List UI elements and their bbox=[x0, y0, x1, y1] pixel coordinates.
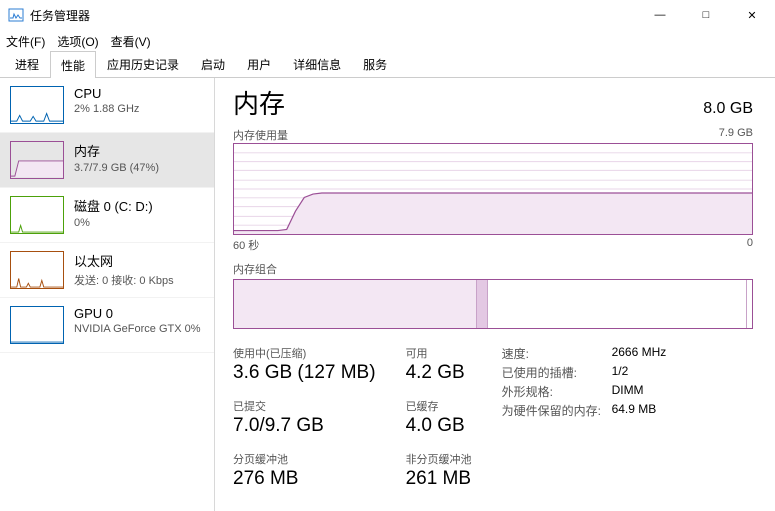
minimize-button[interactable]: — bbox=[637, 0, 683, 30]
comp-modified bbox=[477, 280, 488, 328]
total-memory: 8.0 GB bbox=[703, 100, 753, 118]
tab-performance[interactable]: 性能 bbox=[50, 51, 96, 78]
main-panel: 内存 8.0 GB 内存使用量 7.9 GB 60 秒 bbox=[215, 78, 775, 511]
cpu-thumb bbox=[10, 86, 64, 124]
stat-committed: 已提交 7.0/9.7 GB bbox=[233, 398, 376, 437]
stat-in-use: 使用中(已压缩) 3.6 GB (127 MB) bbox=[233, 345, 376, 384]
app-icon bbox=[8, 7, 24, 23]
menu-bar: 文件(F) 选项(O) 查看(V) bbox=[0, 30, 775, 52]
stat-available: 可用 4.2 GB bbox=[406, 345, 472, 384]
tab-startup[interactable]: 启动 bbox=[190, 50, 236, 77]
xaxis-right: 0 bbox=[747, 237, 753, 253]
tab-app-history[interactable]: 应用历史记录 bbox=[96, 50, 190, 77]
sidebar-item-sub: 发送: 0 接收: 0 Kbps bbox=[74, 272, 174, 288]
memory-thumb bbox=[10, 141, 64, 179]
sidebar-item-cpu[interactable]: CPU 2% 1.88 GHz bbox=[0, 78, 214, 133]
page-title: 内存 bbox=[233, 84, 285, 121]
tab-services[interactable]: 服务 bbox=[352, 50, 398, 77]
sidebar-item-gpu[interactable]: GPU 0 NVIDIA GeForce GTX 0% bbox=[0, 298, 214, 353]
gpu-thumb bbox=[10, 306, 64, 344]
composition-label: 内存组合 bbox=[233, 261, 753, 277]
usage-chart-label: 内存使用量 bbox=[233, 127, 288, 143]
sidebar-item-ethernet[interactable]: 以太网发送: 0 接收: 0 Kbps bbox=[0, 243, 214, 298]
sidebar-item-sub: 2% 1.88 GHz bbox=[74, 103, 139, 115]
sidebar: CPU 2% 1.88 GHz 内存 3.7/7.9 GB (47%) 磁盘 0 (… bbox=[0, 78, 215, 511]
sidebar-item-memory[interactable]: 内存 3.7/7.9 GB (47%) bbox=[0, 133, 214, 188]
menu-view[interactable]: 查看(V) bbox=[111, 33, 151, 50]
disk-thumb bbox=[10, 196, 64, 234]
sidebar-item-label: 内存 bbox=[74, 141, 159, 160]
tab-processes[interactable]: 进程 bbox=[4, 50, 50, 77]
window-controls: — □ ✕ bbox=[637, 0, 775, 30]
window-title: 任务管理器 bbox=[30, 7, 90, 24]
sidebar-item-disk[interactable]: 磁盘 0 (C: D:) 0% bbox=[0, 188, 214, 243]
memory-composition-chart bbox=[233, 279, 753, 329]
stat-nonpaged-pool: 非分页缓冲池 261 MB bbox=[406, 451, 472, 490]
menu-options[interactable]: 选项(O) bbox=[57, 33, 98, 50]
comp-standby bbox=[488, 280, 747, 328]
sidebar-item-label: 以太网 bbox=[74, 251, 174, 270]
title-bar: 任务管理器 — □ ✕ bbox=[0, 0, 775, 30]
sidebar-item-label: CPU bbox=[74, 86, 139, 101]
maximize-button[interactable]: □ bbox=[683, 0, 729, 30]
xaxis-left: 60 秒 bbox=[233, 237, 259, 253]
tab-bar: 进程 性能 应用历史记录 启动 用户 详细信息 服务 bbox=[0, 52, 775, 78]
tab-details[interactable]: 详细信息 bbox=[282, 50, 352, 77]
memory-info: 速度:2666 MHz 已使用的插槽:1/2 外形规格:DIMM 为硬件保留的内… bbox=[502, 345, 667, 490]
comp-free bbox=[747, 280, 752, 328]
tab-users[interactable]: 用户 bbox=[236, 50, 282, 77]
stat-cached: 已缓存 4.0 GB bbox=[406, 398, 472, 437]
sidebar-item-label: GPU 0 bbox=[74, 306, 201, 321]
sidebar-item-label: 磁盘 0 (C: D:) bbox=[74, 196, 153, 215]
sidebar-item-sub: NVIDIA GeForce GTX 0% bbox=[74, 323, 201, 335]
sidebar-item-sub: 3.7/7.9 GB (47%) bbox=[74, 162, 159, 174]
memory-usage-chart bbox=[233, 143, 753, 235]
usage-chart-max: 7.9 GB bbox=[719, 127, 753, 143]
sidebar-item-sub: 0% bbox=[74, 217, 153, 229]
comp-in-use bbox=[234, 280, 477, 328]
stat-paged-pool: 分页缓冲池 276 MB bbox=[233, 451, 376, 490]
ethernet-thumb bbox=[10, 251, 64, 289]
menu-file[interactable]: 文件(F) bbox=[6, 33, 45, 50]
close-button[interactable]: ✕ bbox=[729, 0, 775, 30]
